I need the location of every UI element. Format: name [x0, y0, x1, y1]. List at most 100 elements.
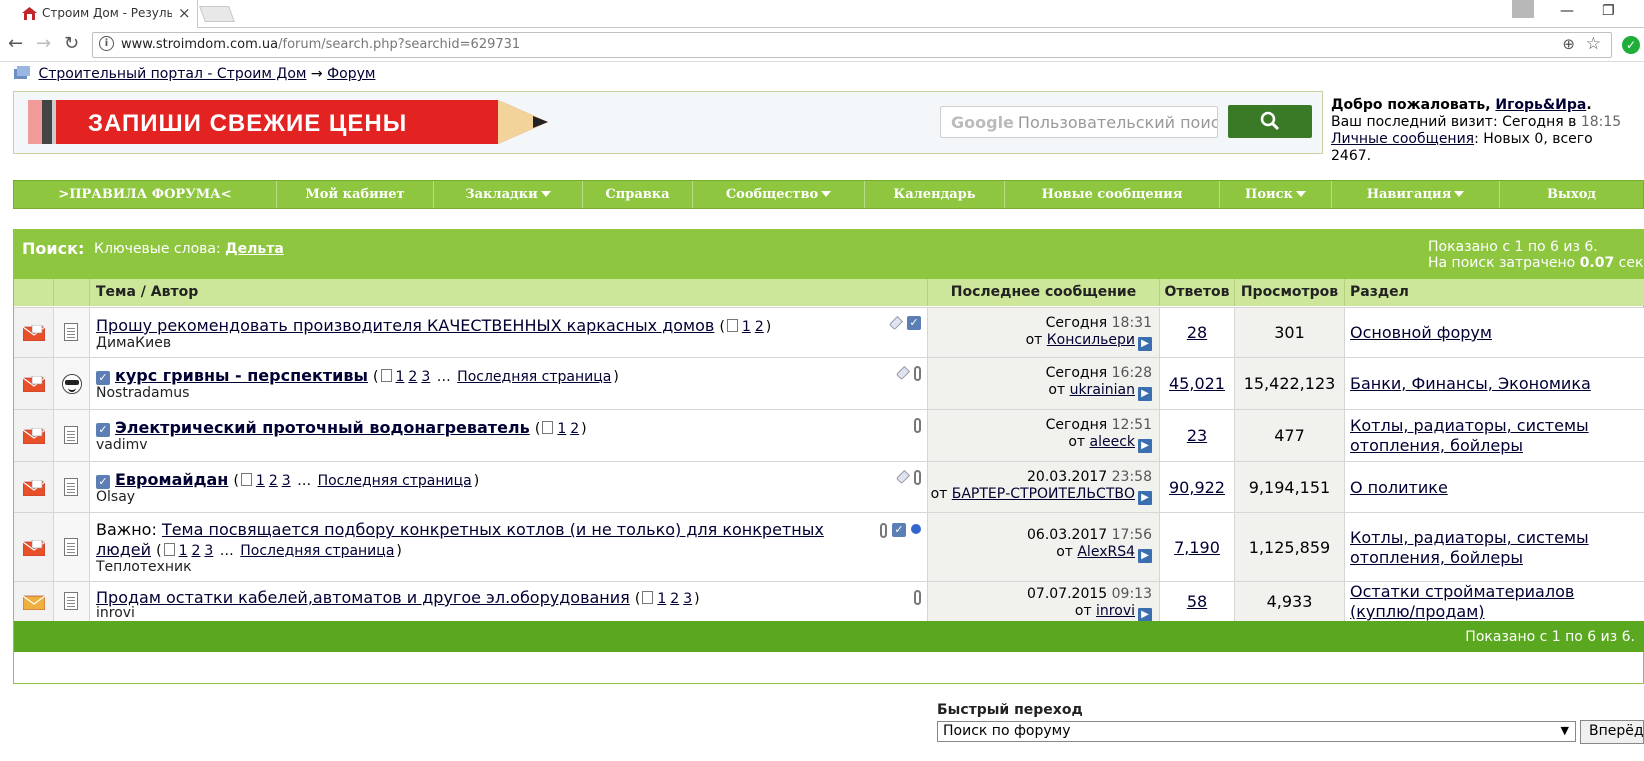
- browser-tab[interactable]: Строим Дом - Результаты ×: [0, 0, 198, 28]
- topic-author[interactable]: vadimv: [96, 437, 148, 453]
- topic-title-link[interactable]: Тема посвящается подбору конкретных котл…: [162, 520, 824, 539]
- page-link[interactable]: 3: [282, 473, 291, 489]
- address-bar[interactable]: i www.stroimdom.com.ua/forum/search.php?…: [92, 32, 1612, 58]
- breadcrumb-forum-link[interactable]: Форум: [327, 66, 375, 82]
- keyword-link[interactable]: Дельта: [225, 241, 284, 257]
- menu-item-help[interactable]: Справка: [583, 181, 693, 208]
- zoom-icon[interactable]: ⊕: [1562, 35, 1575, 53]
- menu-item-search[interactable]: Поиск: [1220, 181, 1332, 208]
- checkmark-icon: ✓: [96, 475, 110, 489]
- topic-author[interactable]: ДимаКиев: [96, 335, 171, 351]
- page-link[interactable]: 1: [557, 421, 566, 437]
- col-topic-header[interactable]: Тема / Автор: [90, 279, 928, 306]
- topic-title-link-cont[interactable]: людей: [96, 540, 151, 559]
- topic-title-link[interactable]: курс гривны - перспективы: [115, 366, 368, 385]
- page-link[interactable]: 1: [396, 369, 405, 385]
- minimize-icon[interactable]: —: [1560, 3, 1574, 19]
- page-link[interactable]: 1: [179, 543, 188, 559]
- last-post-user-link[interactable]: AlexRS4: [1077, 544, 1135, 560]
- last-page-link[interactable]: Последняя страница: [318, 473, 472, 489]
- go-to-last-post-icon[interactable]: ▶: [1138, 337, 1152, 351]
- topic-author[interactable]: Теплотехник: [96, 559, 192, 575]
- last-post-user-link[interactable]: inrovi: [1096, 603, 1135, 619]
- extension-check-icon[interactable]: ✓: [1622, 36, 1640, 54]
- col-last-post-header[interactable]: Последнее сообщение: [928, 279, 1160, 306]
- page-link[interactable]: 3: [204, 543, 213, 559]
- menu-item-community[interactable]: Сообщество: [693, 181, 865, 208]
- page-link[interactable]: 2: [570, 421, 579, 437]
- page-link[interactable]: 2: [755, 319, 764, 335]
- forum-link-cont[interactable]: (куплю/продам): [1350, 602, 1644, 622]
- page-link[interactable]: 2: [408, 369, 417, 385]
- topic-title-link[interactable]: Евромайдан: [115, 470, 228, 489]
- forum-link[interactable]: Основной форум: [1350, 323, 1644, 343]
- page-link[interactable]: 2: [670, 591, 679, 607]
- menu-item-bookmarks[interactable]: Закладки: [434, 181, 583, 208]
- page-link[interactable]: 2: [269, 473, 278, 489]
- restore-icon[interactable]: ❐: [1602, 3, 1615, 19]
- menu-item-calendar[interactable]: Календарь: [865, 181, 1005, 208]
- menu-item-cabinet[interactable]: Мой кабинет: [277, 181, 434, 208]
- tab-close-icon[interactable]: ×: [178, 4, 191, 22]
- forum-link[interactable]: Котлы, радиаторы, системы: [1350, 416, 1644, 436]
- page-link[interactable]: 2: [191, 543, 200, 559]
- new-tab-button[interactable]: [199, 6, 235, 22]
- forum-link[interactable]: Остатки стройматериалов: [1350, 582, 1644, 602]
- forum-link[interactable]: О политике: [1350, 478, 1644, 498]
- breadcrumb-portal-link[interactable]: Строительный портал - Строим Дом: [38, 66, 306, 82]
- replies-count-link[interactable]: 45,021: [1169, 374, 1225, 393]
- page-link[interactable]: 3: [683, 591, 692, 607]
- go-to-last-post-icon[interactable]: ▶: [1138, 387, 1152, 401]
- topic-title-link[interactable]: Продам остатки кабелей,автоматов и друго…: [96, 588, 630, 607]
- forum-link-cont[interactable]: отопления, бойлеры: [1350, 436, 1644, 456]
- forward-arrow-icon[interactable]: →: [36, 33, 51, 54]
- username-link[interactable]: Игорь&Ира: [1495, 97, 1586, 113]
- quick-nav-go-button[interactable]: Вперёд: [1580, 720, 1644, 744]
- back-arrow-icon[interactable]: ←: [8, 33, 23, 54]
- col-views-header[interactable]: Просмотров: [1235, 279, 1345, 306]
- topic-title-link[interactable]: Электрический проточный водонагреватель: [115, 418, 530, 437]
- col-forum-header[interactable]: Раздел: [1345, 279, 1644, 306]
- topic-title-link[interactable]: Прошу рекомендовать производителя КАЧЕСТ…: [96, 316, 714, 335]
- quick-nav-select[interactable]: Поиск по форуму ▼: [937, 721, 1576, 742]
- topic-author[interactable]: Nostradamus: [96, 385, 189, 401]
- replies-count-link[interactable]: 23: [1187, 426, 1207, 445]
- last-page-link[interactable]: Последняя страница: [240, 543, 394, 559]
- ad-banner-pencil[interactable]: ЗАПИШИ СВЕЖИЕ ЦЕНЫ: [28, 97, 548, 147]
- replies-count-link[interactable]: 90,922: [1169, 478, 1225, 497]
- last-post-user-link[interactable]: БАРТЕР-СТРОИТЕЛЬСТВО: [952, 486, 1135, 502]
- menu-item-navigation[interactable]: Навигация: [1332, 181, 1500, 208]
- page-link[interactable]: 3: [421, 369, 430, 385]
- replies-count-link[interactable]: 58: [1187, 592, 1207, 611]
- last-post-user-link[interactable]: ukrainian: [1070, 382, 1135, 398]
- site-info-icon[interactable]: i: [99, 36, 114, 51]
- menu-item-logout[interactable]: Выход: [1500, 181, 1643, 208]
- forum-link[interactable]: Котлы, радиаторы, системы: [1350, 528, 1644, 548]
- page-link[interactable]: 1: [256, 473, 265, 489]
- topic-author[interactable]: inrovi: [96, 605, 135, 621]
- replies-count-link[interactable]: 7,190: [1174, 538, 1220, 557]
- last-post-user-link[interactable]: Консильери: [1047, 332, 1135, 348]
- go-to-last-post-icon[interactable]: ▶: [1138, 491, 1152, 505]
- last-page-link[interactable]: Последняя страница: [457, 369, 611, 385]
- reload-icon[interactable]: ↻: [64, 33, 79, 54]
- forum-link[interactable]: Банки, Финансы, Экономика: [1350, 374, 1644, 394]
- profile-avatar-icon[interactable]: [1512, 0, 1534, 18]
- topic-status-icons: ✓: [880, 523, 921, 538]
- topic-author[interactable]: Olsay: [96, 489, 135, 505]
- forum-link-cont[interactable]: отопления, бойлеры: [1350, 548, 1644, 568]
- go-to-last-post-icon[interactable]: ▶: [1138, 608, 1152, 622]
- search-button[interactable]: [1228, 105, 1312, 138]
- last-post-user-link[interactable]: aleeck: [1090, 434, 1136, 450]
- google-search-input[interactable]: Google Пользовательский поис: [940, 106, 1218, 138]
- menu-item-new-posts[interactable]: Новые сообщения: [1005, 181, 1220, 208]
- col-replies-header[interactable]: Ответов: [1160, 279, 1235, 306]
- go-to-last-post-icon[interactable]: ▶: [1138, 439, 1152, 453]
- bookmark-star-icon[interactable]: ☆: [1586, 34, 1601, 54]
- private-messages-link[interactable]: Личные сообщения: [1331, 131, 1474, 147]
- go-to-last-post-icon[interactable]: ▶: [1138, 549, 1152, 563]
- page-link[interactable]: 1: [742, 319, 751, 335]
- page-link[interactable]: 1: [657, 591, 666, 607]
- replies-count-link[interactable]: 28: [1187, 323, 1207, 342]
- menu-item-rules[interactable]: >ПРАВИЛА ФОРУМА<: [14, 181, 277, 208]
